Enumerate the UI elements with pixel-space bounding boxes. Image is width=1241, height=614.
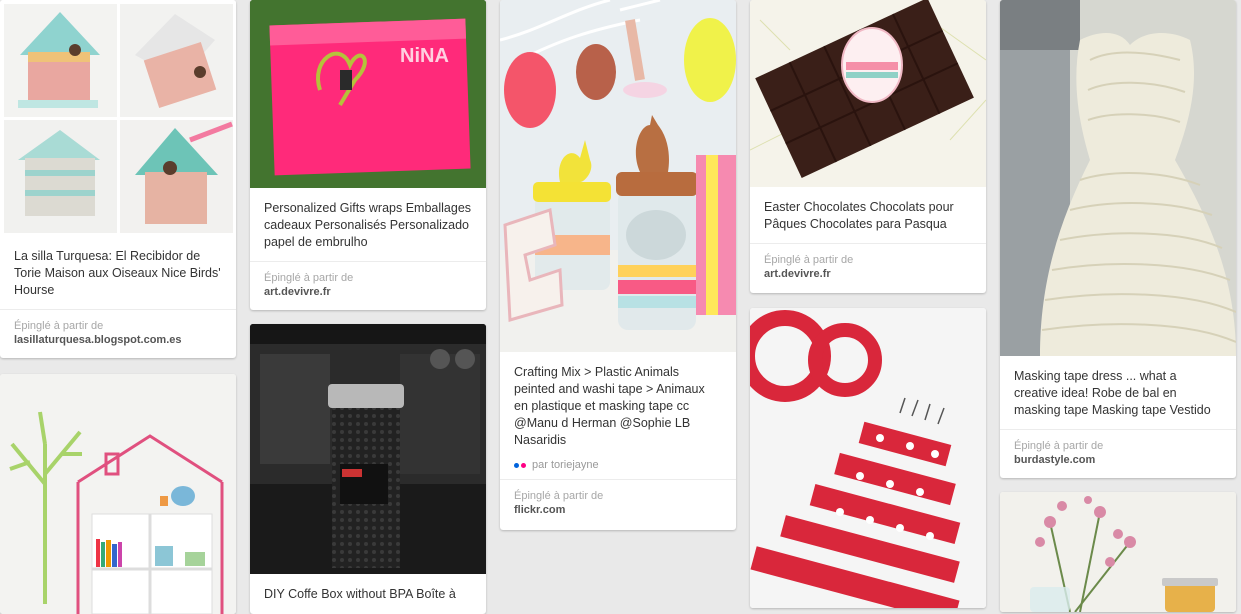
pin-source-link[interactable]: art.devivre.fr: [264, 285, 472, 299]
pin-source-link[interactable]: flickr.com: [514, 503, 722, 517]
pin-credit: Épinglé à partir de art.devivre.fr: [750, 243, 986, 289]
pin-image[interactable]: [1000, 492, 1236, 612]
pin-card-house-decal[interactable]: [0, 374, 236, 614]
pin-card-crafting-mix[interactable]: Crafting Mix > Plastic Animals peinted a…: [500, 0, 736, 530]
pin-image[interactable]: [0, 374, 236, 614]
pin-card-washi-cake[interactable]: [750, 308, 986, 608]
pinned-from-label: Épinglé à partir de: [514, 490, 604, 502]
pin-image[interactable]: NiNA: [250, 0, 486, 188]
pinned-from-label: Épinglé à partir de: [764, 254, 854, 266]
pin-attribution: par toriejayne: [500, 459, 736, 479]
pin-source-link[interactable]: art.devivre.fr: [764, 267, 972, 281]
pin-credit: Épinglé à partir de flickr.com: [500, 479, 736, 525]
flickr-icon: [514, 462, 526, 468]
pin-image[interactable]: [750, 308, 986, 608]
pinner-link[interactable]: par toriejayne: [532, 459, 599, 471]
pin-source-link[interactable]: lasillaturquesa.blogspot.com.es: [14, 333, 222, 347]
pin-image[interactable]: [500, 0, 736, 352]
pin-description: Personalized Gifts wraps Emballages cade…: [264, 201, 472, 249]
pinned-from-label: Épinglé à partir de: [264, 272, 354, 284]
pin-credit: Épinglé à partir de art.devivre.fr: [250, 261, 486, 307]
pin-card-gift-wrap[interactable]: NiNA Personalized Gifts wraps Emballages…: [250, 0, 486, 310]
pin-description: Crafting Mix > Plastic Animals peinted a…: [514, 365, 705, 447]
pinned-from-label: Épinglé à partir de: [14, 320, 104, 332]
pinned-from-label: Épinglé à partir de: [1014, 440, 1104, 452]
pin-card-flowers[interactable]: [1000, 492, 1236, 612]
pin-image[interactable]: [1000, 0, 1236, 356]
pin-image[interactable]: [250, 324, 486, 574]
pin-credit: Épinglé à partir de burdastyle.com: [1000, 429, 1236, 475]
pin-image[interactable]: [0, 0, 236, 236]
pin-card-tape-dress[interactable]: Masking tape dress ... what a creative i…: [1000, 0, 1236, 478]
pin-image[interactable]: [750, 0, 986, 187]
pin-card-birdhouse[interactable]: La silla Turquesa: El Recibidor de Torie…: [0, 0, 236, 358]
pin-card-easter-chocolates[interactable]: Easter Chocolates Chocolats pour Pâques …: [750, 0, 986, 293]
pin-description: La silla Turquesa: El Recibidor de Torie…: [14, 249, 221, 297]
pin-credit: Épinglé à partir de lasillaturquesa.blog…: [0, 309, 236, 355]
gift-tag-text: NiNA: [400, 45, 449, 67]
pin-description: DIY Coffe Box without BPA Boîte à: [264, 587, 456, 601]
pin-card-coffee-box[interactable]: DIY Coffe Box without BPA Boîte à: [250, 324, 486, 614]
pin-description: Masking tape dress ... what a creative i…: [1014, 369, 1211, 417]
pin-source-link[interactable]: burdastyle.com: [1014, 453, 1222, 467]
pin-description: Easter Chocolates Chocolats pour Pâques …: [764, 200, 954, 231]
